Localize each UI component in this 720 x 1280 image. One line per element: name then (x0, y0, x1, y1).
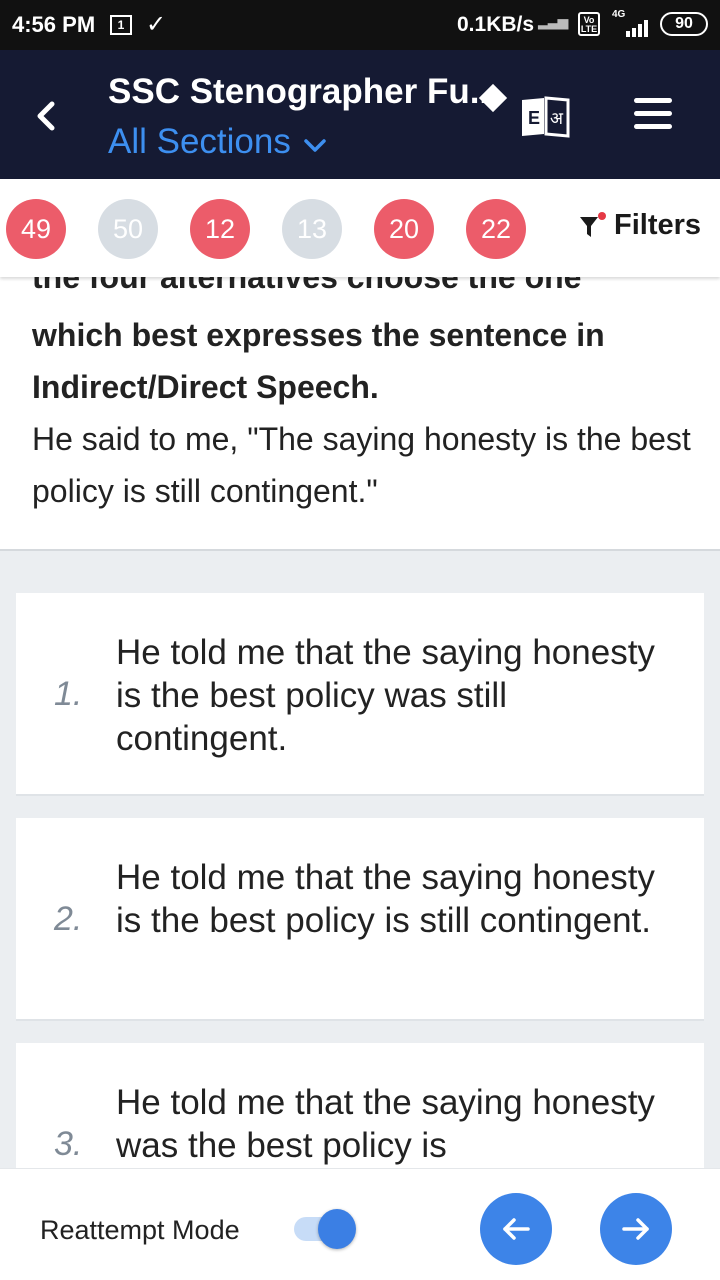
menu-button[interactable] (634, 98, 676, 132)
volte-icon: Vo LTE (578, 12, 600, 36)
question-pill[interactable]: 13 (282, 199, 342, 259)
question-cutoff-line: the four alternatives choose the one (32, 277, 582, 295)
reattempt-mode-toggle[interactable] (294, 1209, 360, 1249)
signal-strength-icon (612, 19, 652, 37)
filter-icon (580, 211, 606, 237)
section-dropdown[interactable]: All Sections (108, 122, 327, 162)
reattempt-mode-label: Reattempt Mode (40, 1215, 240, 1245)
hamburger-icon (634, 98, 672, 103)
chevron-down-icon (304, 139, 326, 152)
bottom-bar: Reattempt Mode (0, 1168, 720, 1280)
download-done-icon: ✓ (146, 11, 167, 38)
option-text: He told me that the saying honesty is th… (116, 633, 655, 758)
question-pill[interactable]: 20 (374, 199, 434, 259)
section-label: All Sections (108, 122, 291, 161)
status-time: 4:56 PM (12, 12, 96, 37)
arrow-left-icon (503, 1218, 530, 1240)
option-number: 1. (54, 675, 83, 713)
arrow-right-icon (622, 1218, 649, 1240)
question-instruction: which best expresses the sentence in Ind… (32, 317, 605, 405)
data-speed: 0.1KB/s (457, 13, 535, 36)
filters-button[interactable]: Filters (578, 209, 701, 242)
option-text: He told me that the saying honesty was t… (116, 1083, 655, 1165)
option-number: 2. (54, 900, 83, 938)
filters-label: Filters (614, 209, 702, 241)
question-filter-bar: 49 50 12 13 20 22 Filters (0, 179, 720, 277)
signal-weak-icon: ▂▃▅ (538, 13, 568, 29)
svg-text:अ: अ (550, 109, 564, 129)
page-title: SSC Stenographer Fu... (108, 72, 498, 111)
toggle-knob (318, 1209, 356, 1249)
status-bar: 4:56 PM 1 ✓ 0.1KB/s ▂▃▅ Vo LTE 4G 90 (0, 0, 720, 50)
previous-question-button[interactable] (480, 1193, 552, 1265)
option-text: He told me that the saying honesty is th… (116, 858, 655, 940)
question-pill-active[interactable]: 22 (466, 199, 526, 259)
options-list: 1. He told me that the saying honesty is… (0, 551, 720, 1168)
battery-icon: 90 (660, 12, 708, 36)
app-header: SSC Stenographer Fu... All Sections E अ (0, 50, 720, 179)
option-number: 3. (54, 1125, 83, 1163)
question-text: He said to me, "The saying honesty is th… (32, 421, 691, 509)
question-pill[interactable]: 49 (6, 199, 66, 259)
language-book-icon: E अ (522, 96, 570, 138)
option-card-3[interactable]: 3. He told me that the saying honesty wa… (16, 1043, 704, 1168)
next-question-button[interactable] (600, 1193, 672, 1265)
notification-box-icon: 1 (110, 15, 132, 35)
question-pill[interactable]: 12 (190, 199, 250, 259)
question-pill[interactable]: 50 (98, 199, 158, 259)
svg-text:E: E (528, 108, 540, 128)
back-button[interactable] (22, 88, 72, 144)
language-toggle-button[interactable]: E अ (518, 94, 572, 138)
back-arrow-icon (37, 101, 55, 131)
option-card-1[interactable]: 1. He told me that the saying honesty is… (16, 593, 704, 796)
option-card-2[interactable]: 2. He told me that the saying honesty is… (16, 818, 704, 1021)
question-panel: the four alternatives choose the one whi… (0, 277, 720, 549)
